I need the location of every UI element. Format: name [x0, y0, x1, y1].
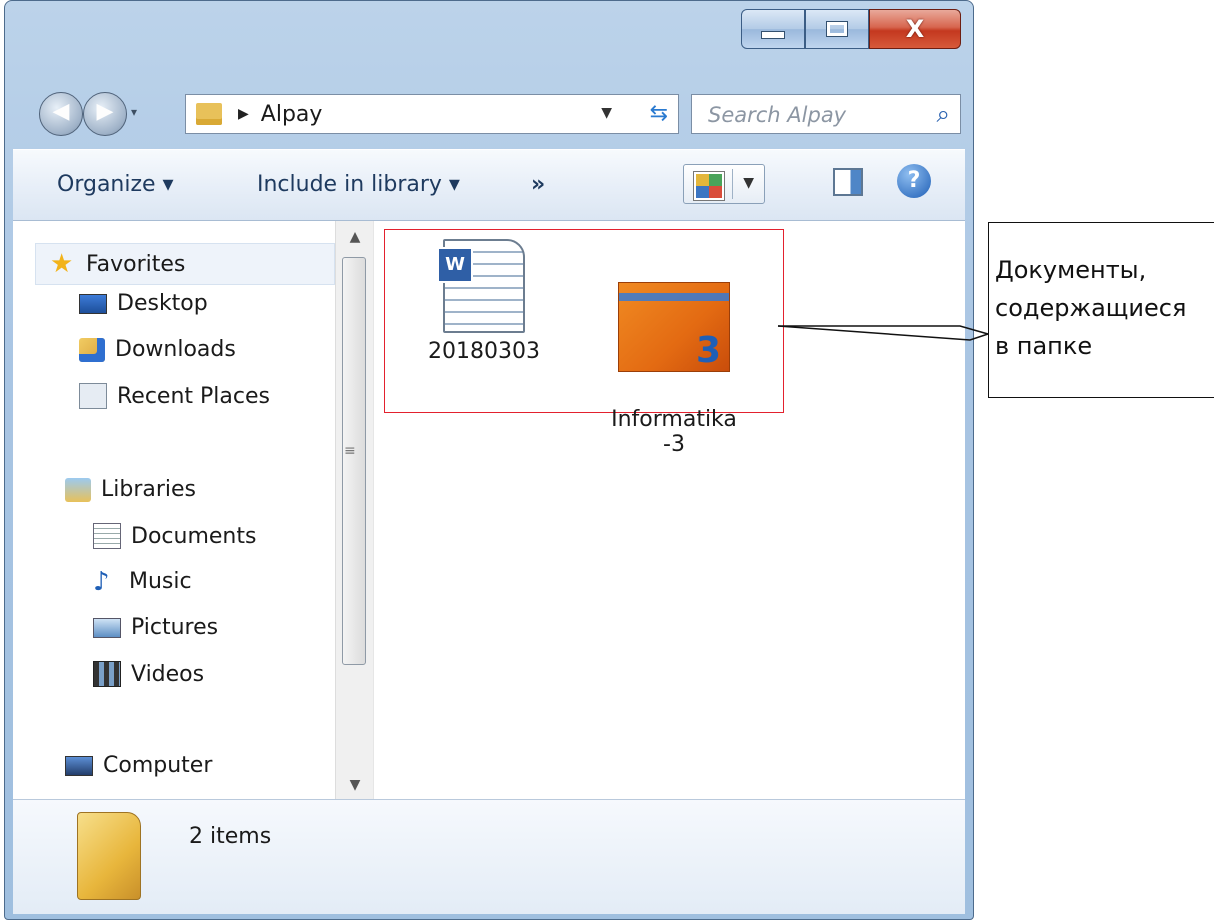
annotation-callout: Документы, содержащиеся в папке: [988, 222, 1214, 398]
callout-leader-line: [777, 325, 989, 341]
callout-text: Документы, содержащиеся в папке: [995, 256, 1187, 360]
